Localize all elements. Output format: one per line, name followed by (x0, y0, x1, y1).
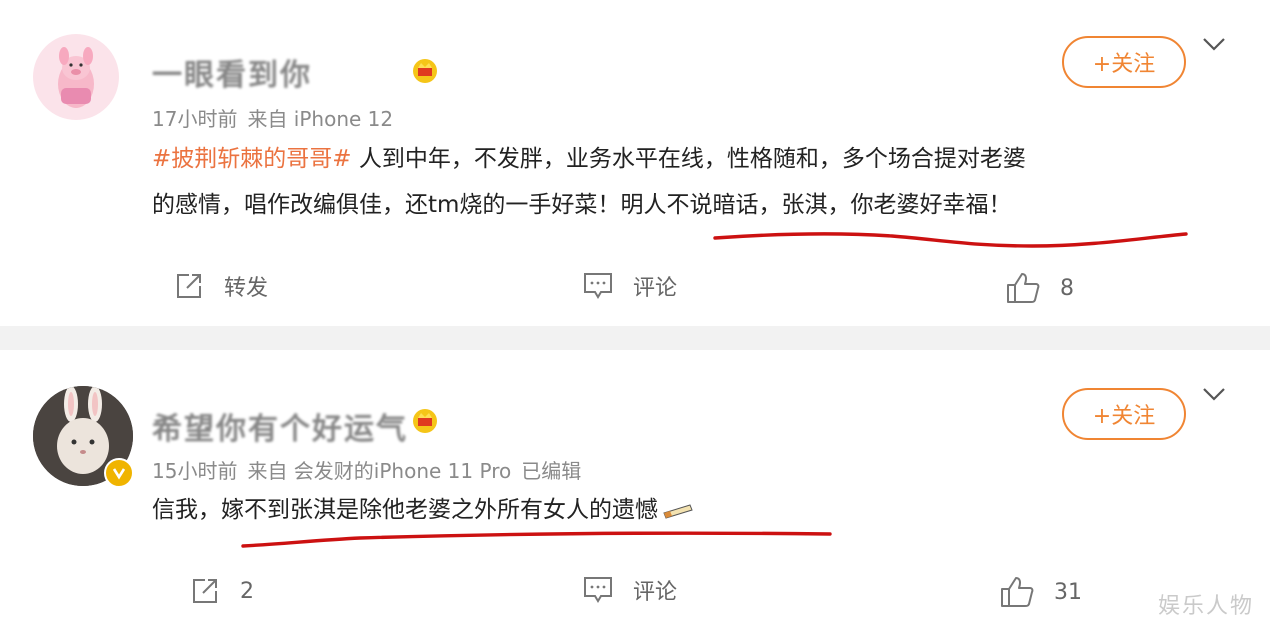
body-text: 的感情，唱作改编俱佳，还tm烧的一手好菜！ (152, 192, 621, 218)
username[interactable]: 一眼看到你 (152, 50, 312, 94)
post-body: #披荆斩棘的哥哥# 人到中年，不发胖，业务水平在线，性格随和，多个场合提对老婆 … (152, 136, 1212, 228)
repost-label: 转发 (224, 276, 269, 301)
follow-button[interactable]: +关注 (1062, 36, 1186, 88)
hashtag-link[interactable]: #披荆斩棘的哥哥# (152, 146, 352, 172)
post-meta: 17小时前 来自 iPhone 12 (152, 103, 403, 132)
post-source: 来自 会发财的iPhone 11 Pro (247, 459, 512, 483)
edited-label: 已编辑 (521, 459, 582, 483)
chevron-down-icon[interactable] (1202, 386, 1226, 402)
vip-crown-icon (413, 59, 437, 83)
username[interactable]: 希望你有个好运气 (152, 404, 408, 448)
follow-button[interactable]: +关注 (1062, 388, 1186, 440)
body-text-highlighted: 明人不说暗话，张淇，你老婆好幸福！ (620, 192, 1012, 218)
vip-crown-icon (413, 409, 437, 433)
avatar[interactable] (33, 34, 119, 120)
repost-button[interactable]: 2 (190, 576, 254, 606)
watermark: 娱乐人物 (1157, 594, 1254, 619)
post-card: 希望你有个好运气 15小时前 来自 会发财的iPhone 11 Pro 已编辑 +关… (0, 350, 1270, 630)
repost-button[interactable]: 转发 (174, 270, 268, 302)
post-time: 15小时前 (152, 459, 238, 483)
verified-badge (104, 458, 134, 488)
like-button[interactable]: 31 (1000, 576, 1082, 608)
thumbs-up-icon (1001, 577, 1034, 607)
thumbs-up-icon (1007, 273, 1040, 303)
comment-label: 评论 (633, 276, 678, 301)
piglet-avatar-icon (58, 47, 94, 108)
v-check-icon (112, 468, 126, 480)
body-text: 信我， (152, 497, 221, 523)
post-source: 来自 iPhone 12 (247, 107, 394, 131)
like-count: 31 (1054, 579, 1082, 605)
red-underline-annotation (713, 232, 1188, 248)
post-time: 17小时前 (152, 107, 238, 131)
like-count: 8 (1060, 275, 1074, 301)
post-meta: 15小时前 来自 会发财的iPhone 11 Pro 已编辑 (152, 455, 591, 484)
cigarette-emoji-icon (663, 504, 693, 519)
like-button[interactable]: 8 (1006, 272, 1074, 304)
share-icon (177, 274, 201, 298)
post-divider (0, 326, 1270, 350)
body-text-highlighted: 嫁不到张淇是除他老婆之外所有女人的遗憾 (221, 497, 658, 523)
comment-icon (584, 577, 612, 603)
repost-count: 2 (240, 578, 254, 604)
comment-label: 评论 (633, 580, 678, 605)
body-text: 人到中年，不发胖，业务水平在线，性格随和，多个场合提对老婆 (358, 146, 1026, 172)
comment-button[interactable]: 评论 (583, 574, 677, 606)
comment-button[interactable]: 评论 (583, 270, 677, 302)
red-underline-annotation (241, 531, 832, 548)
comment-icon (584, 273, 612, 299)
chevron-down-icon[interactable] (1202, 36, 1226, 52)
share-icon (193, 579, 217, 603)
post-card: 一眼看到你 17小时前 来自 iPhone 12 +关注 #披荆斩棘的哥哥# 人到… (0, 0, 1270, 326)
